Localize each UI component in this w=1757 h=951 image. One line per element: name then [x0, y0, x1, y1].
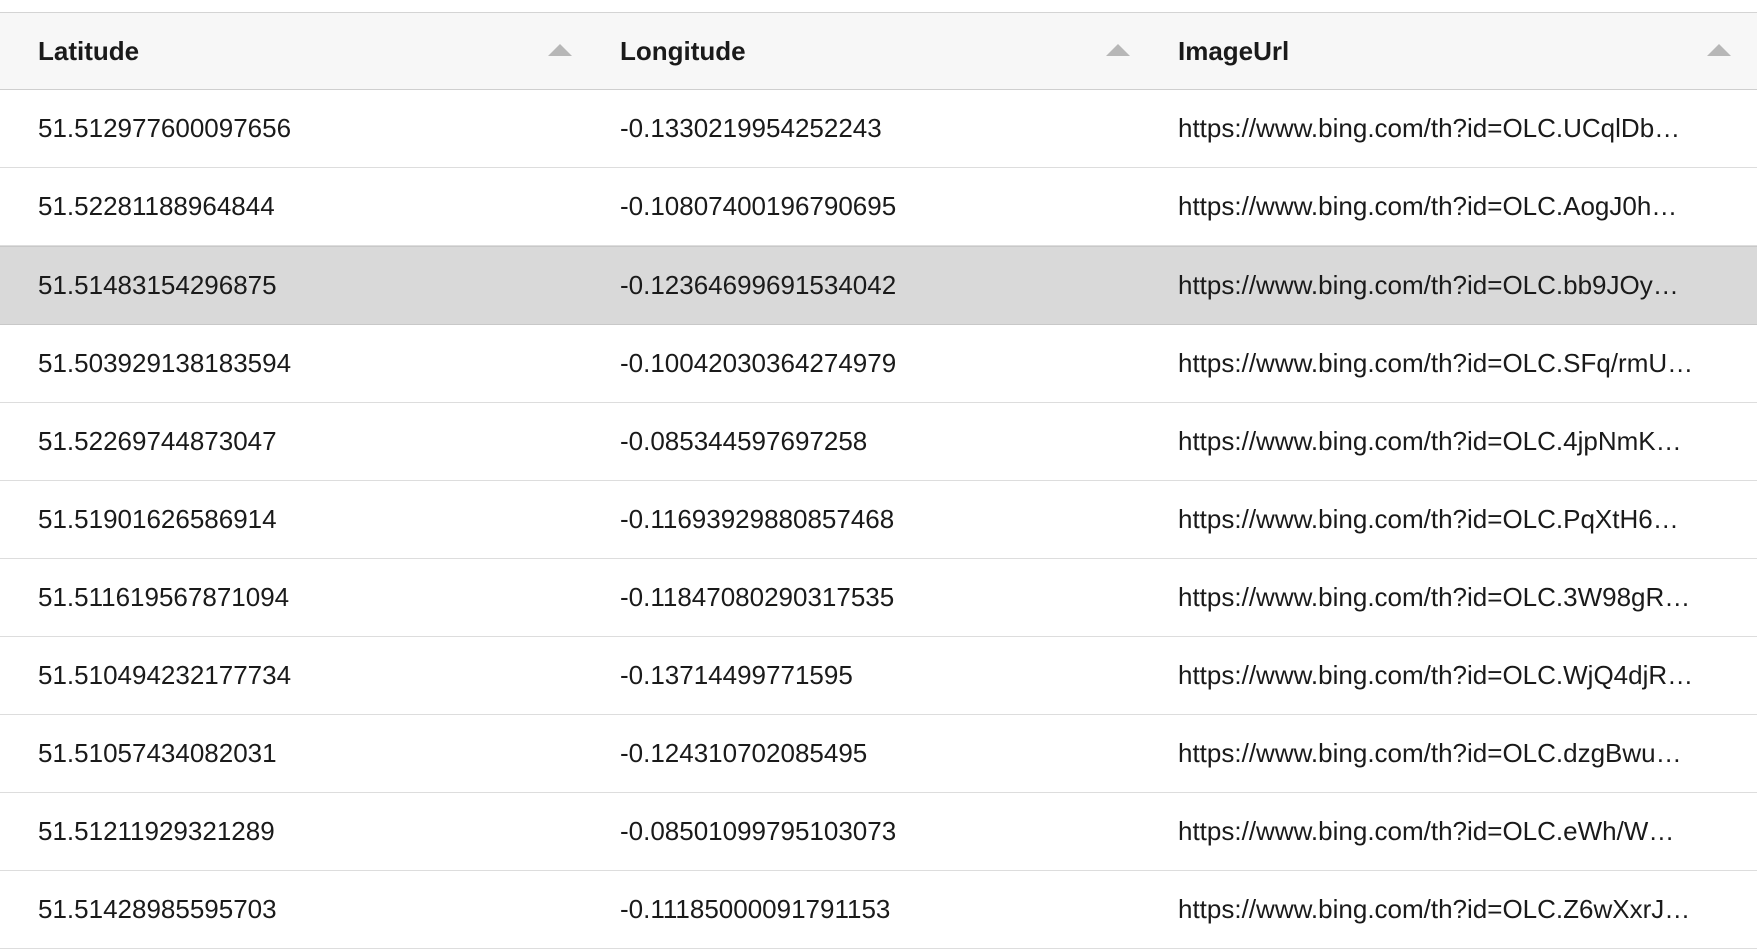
cell-image-url[interactable]: https://www.bing.com/th?id=OLC.PqXtH6… — [1140, 481, 1757, 558]
table-row[interactable]: 51.51483154296875 -0.12364699691534042 htt… — [0, 246, 1757, 325]
cell-image-url[interactable]: https://www.bing.com/th?id=OLC.WjQ4djR… — [1140, 637, 1757, 714]
cell-latitude[interactable]: 51.511619567871094 — [0, 559, 582, 636]
cell-image-url-text: https://www.bing.com/th?id=OLC.AogJ0h… — [1178, 191, 1678, 221]
cell-longitude-text: -0.12364699691534042 — [620, 270, 897, 300]
cell-latitude-text: 51.503929138183594 — [38, 348, 292, 378]
cell-image-url[interactable]: https://www.bing.com/th?id=OLC.SFq/rmU… — [1140, 325, 1757, 402]
cell-longitude-text: -0.10042030364274979 — [620, 348, 897, 378]
table-row[interactable]: 51.51428985595703 -0.11185000091791153 htt… — [0, 871, 1757, 949]
cell-image-url[interactable]: https://www.bing.com/th?id=OLC.bb9JOy… — [1140, 247, 1757, 324]
cell-latitude-text: 51.51428985595703 — [38, 894, 277, 924]
cell-latitude[interactable]: 51.51211929321289 — [0, 793, 582, 870]
cell-image-url-text: https://www.bing.com/th?id=OLC.eWh/W… — [1178, 816, 1675, 846]
cell-latitude[interactable]: 51.52281188964844 — [0, 168, 582, 245]
cell-image-url-text: https://www.bing.com/th?id=OLC.bb9JOy… — [1178, 270, 1679, 300]
cell-longitude-text: -0.11693929880857468 — [620, 504, 895, 534]
cell-image-url-text: https://www.bing.com/th?id=OLC.UCqlDb… — [1178, 113, 1681, 143]
column-header-label: Latitude — [38, 35, 140, 66]
cell-longitude-text: -0.10807400196790695 — [620, 191, 897, 221]
cell-latitude[interactable]: 51.51483154296875 — [0, 247, 582, 324]
cell-longitude-text: -0.08501099795103073 — [620, 816, 897, 846]
cell-latitude[interactable]: 51.52269744873047 — [0, 403, 582, 480]
cell-longitude[interactable]: -0.11693929880857468 — [582, 481, 1140, 558]
table-row[interactable]: 51.503929138183594 -0.10042030364274979 ht… — [0, 325, 1757, 403]
cell-image-url-text: https://www.bing.com/th?id=OLC.3W98gR… — [1178, 582, 1691, 612]
cell-longitude[interactable]: -0.085344597697258 — [582, 403, 1140, 480]
cell-longitude[interactable]: -0.10042030364274979 — [582, 325, 1140, 402]
cell-longitude[interactable]: -0.1330219954252243 — [582, 90, 1140, 167]
cell-longitude[interactable]: -0.11185000091791153 — [582, 871, 1140, 948]
cell-longitude-text: -0.11847080290317535 — [620, 582, 895, 612]
table-row[interactable]: 51.52269744873047 -0.085344597697258 https… — [0, 403, 1757, 481]
cell-latitude-text: 51.510494232177734 — [38, 660, 292, 690]
cell-image-url-text: https://www.bing.com/th?id=OLC.SFq/rmU… — [1178, 348, 1694, 378]
column-header-label: Longitude — [620, 35, 746, 66]
cell-latitude[interactable]: 51.510494232177734 — [0, 637, 582, 714]
cell-longitude-text: -0.11185000091791153 — [620, 894, 891, 924]
cell-latitude[interactable]: 51.503929138183594 — [0, 325, 582, 402]
cell-image-url[interactable]: https://www.bing.com/th?id=OLC.dzgBwu… — [1140, 715, 1757, 792]
cell-image-url[interactable]: https://www.bing.com/th?id=OLC.AogJ0h… — [1140, 168, 1757, 245]
cell-latitude[interactable]: 51.512977600097656 — [0, 90, 582, 167]
cell-image-url-text: https://www.bing.com/th?id=OLC.dzgBwu… — [1178, 738, 1682, 768]
cell-longitude-text: -0.13714499771595 — [620, 660, 853, 690]
table-row[interactable]: 51.512977600097656 -0.1330219954252243 htt… — [0, 90, 1757, 168]
cell-image-url[interactable]: https://www.bing.com/th?id=OLC.3W98gR… — [1140, 559, 1757, 636]
cell-image-url-text: https://www.bing.com/th?id=OLC.Z6wXxrJ… — [1178, 894, 1691, 924]
sort-ascending-icon[interactable] — [548, 44, 572, 56]
cell-latitude[interactable]: 51.51428985595703 — [0, 871, 582, 948]
cell-longitude[interactable]: -0.124310702085495 — [582, 715, 1140, 792]
cell-latitude-text: 51.52269744873047 — [38, 426, 277, 456]
cell-latitude-text: 51.511619567871094 — [38, 582, 290, 612]
cell-latitude-text: 51.51211929321289 — [38, 816, 275, 846]
sort-ascending-icon[interactable] — [1707, 44, 1731, 56]
table-row[interactable]: 51.510494232177734 -0.13714499771595 https… — [0, 637, 1757, 715]
column-header-longitude[interactable]: Longitude — [582, 13, 1140, 89]
table-row[interactable]: 51.511619567871094 -0.11847080290317535 ht… — [0, 559, 1757, 637]
cell-latitude-text: 51.51483154296875 — [38, 270, 277, 300]
cell-latitude[interactable]: 51.51057434082031 — [0, 715, 582, 792]
cell-image-url[interactable]: https://www.bing.com/th?id=OLC.UCqlDb… — [1140, 90, 1757, 167]
table-row[interactable]: 51.52281188964844 -0.10807400196790695 htt… — [0, 168, 1757, 246]
cell-longitude[interactable]: -0.11847080290317535 — [582, 559, 1140, 636]
cell-image-url-text: https://www.bing.com/th?id=OLC.WjQ4djR… — [1178, 660, 1694, 690]
cell-image-url[interactable]: https://www.bing.com/th?id=OLC.eWh/W… — [1140, 793, 1757, 870]
cell-latitude[interactable]: 51.51901626586914 — [0, 481, 582, 558]
cell-image-url-text: https://www.bing.com/th?id=OLC.PqXtH6… — [1178, 504, 1679, 534]
table-row[interactable]: 51.51057434082031 -0.124310702085495 https… — [0, 715, 1757, 793]
cell-longitude[interactable]: -0.08501099795103073 — [582, 793, 1140, 870]
cell-longitude[interactable]: -0.12364699691534042 — [582, 247, 1140, 324]
cell-longitude[interactable]: -0.13714499771595 — [582, 637, 1140, 714]
column-header-imageurl[interactable]: ImageUrl — [1140, 13, 1757, 89]
column-header-latitude[interactable]: Latitude — [0, 13, 582, 89]
cell-latitude-text: 51.52281188964844 — [38, 191, 275, 221]
cell-longitude-text: -0.1330219954252243 — [620, 113, 882, 143]
cell-latitude-text: 51.51901626586914 — [38, 504, 277, 534]
cell-longitude-text: -0.124310702085495 — [620, 738, 868, 768]
cell-image-url[interactable]: https://www.bing.com/th?id=OLC.4jpNmK… — [1140, 403, 1757, 480]
table-header: Latitude Longitude ImageUrl — [0, 13, 1757, 90]
cell-latitude-text: 51.512977600097656 — [38, 113, 292, 143]
sort-ascending-icon[interactable] — [1106, 44, 1130, 56]
cell-longitude-text: -0.085344597697258 — [620, 426, 868, 456]
table-body: 51.512977600097656 -0.1330219954252243 htt… — [0, 90, 1757, 949]
cell-latitude-text: 51.51057434082031 — [38, 738, 277, 768]
table-row[interactable]: 51.51901626586914 -0.11693929880857468 htt… — [0, 481, 1757, 559]
cell-image-url[interactable]: https://www.bing.com/th?id=OLC.Z6wXxrJ… — [1140, 871, 1757, 948]
data-table: Latitude Longitude ImageUrl 51.512977600… — [0, 12, 1757, 949]
table-row[interactable]: 51.51211929321289 -0.08501099795103073 htt… — [0, 793, 1757, 871]
column-header-label: ImageUrl — [1178, 35, 1290, 66]
cell-longitude[interactable]: -0.10807400196790695 — [582, 168, 1140, 245]
cell-image-url-text: https://www.bing.com/th?id=OLC.4jpNmK… — [1178, 426, 1682, 456]
